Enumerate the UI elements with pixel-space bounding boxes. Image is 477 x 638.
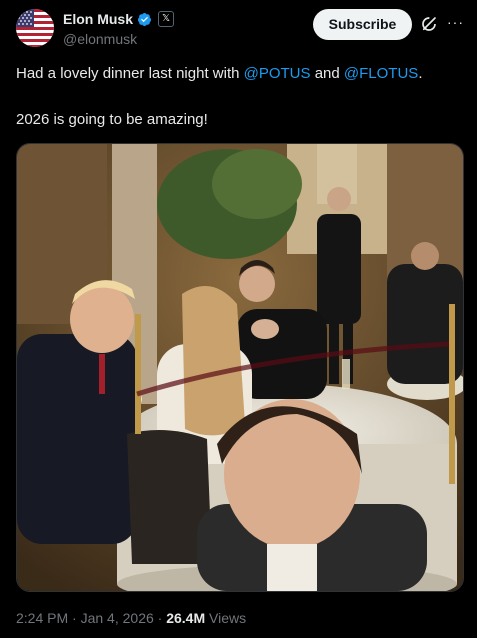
tweet-meta: 2:24 PM · Jan 4, 2026 · 26.4M Views — [16, 610, 246, 626]
verified-badge-icon[interactable] — [137, 12, 152, 27]
tweet-line-1: Had a lovely dinner last night with @POT… — [16, 64, 466, 84]
us-flag-icon — [16, 9, 54, 47]
author-display-name[interactable]: Elon Musk — [63, 11, 133, 27]
author-handle[interactable]: @elonmusk — [63, 31, 137, 47]
author-name-row: Elon Musk 𝕏 — [63, 11, 175, 27]
tweet-time[interactable]: 2:24 PM — [16, 610, 68, 626]
tweet-text-segment: . — [418, 65, 423, 82]
x-affiliate-badge-icon: 𝕏 — [158, 11, 175, 27]
more-options-icon[interactable]: ··· — [447, 14, 464, 30]
tweet-text-segment: Had a lovely dinner last night with — [16, 65, 244, 82]
mention-potus-link[interactable]: @POTUS — [244, 65, 311, 82]
tweet-line-2: 2026 is going to be amazing! — [16, 111, 208, 128]
views-count: 26.4M — [166, 610, 206, 626]
meta-separator: · — [153, 610, 167, 626]
meta-separator: · — [68, 610, 81, 626]
avatar[interactable] — [16, 9, 54, 47]
dinner-photo-image — [17, 144, 463, 591]
tweet-text: Had a lovely dinner last night with @POT… — [16, 64, 466, 130]
views-label: Views — [205, 610, 247, 626]
mention-flotus-link[interactable]: @FLOTUS — [344, 65, 418, 82]
subscribe-button[interactable]: Subscribe — [313, 9, 412, 40]
tweet-date[interactable]: Jan 4, 2026 — [81, 610, 154, 626]
grok-icon[interactable] — [420, 15, 438, 33]
tweet-photo[interactable] — [16, 143, 464, 592]
tweet-text-segment: and — [310, 65, 344, 82]
